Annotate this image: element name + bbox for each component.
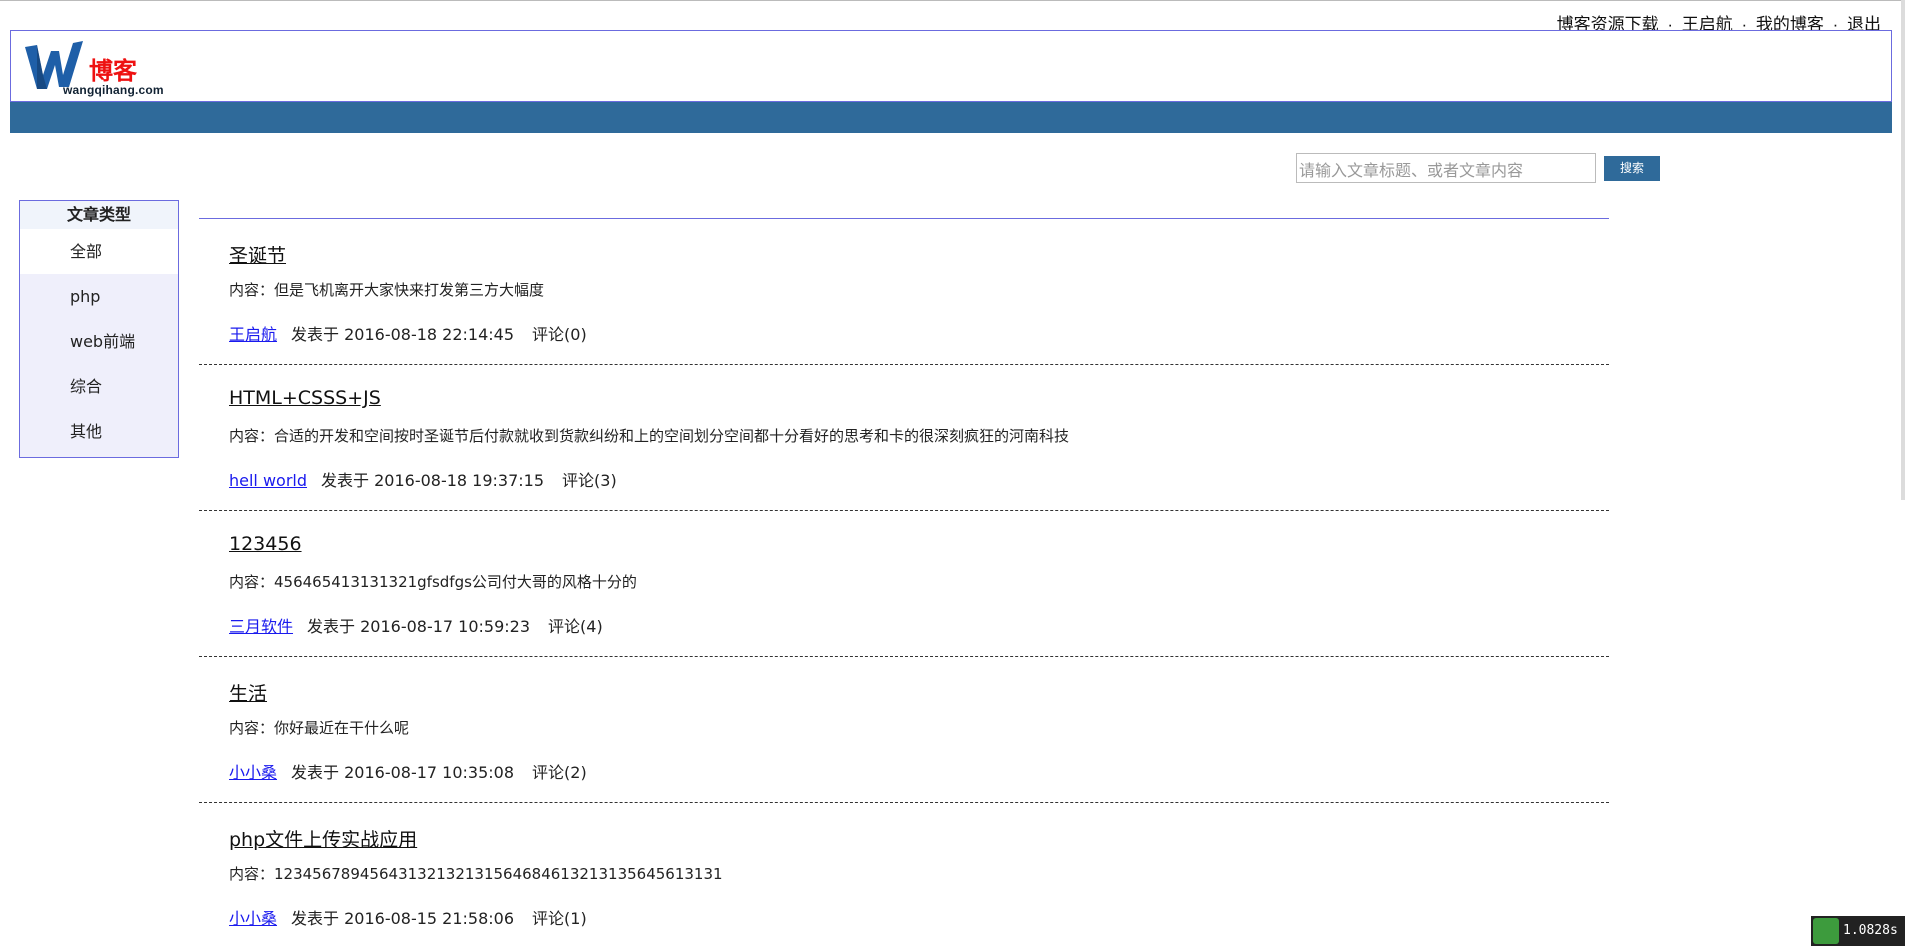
- article-list: 圣诞节 内容：但是飞机离开大家快来打发第三方大幅度 王启航 发表于 2016-08…: [199, 218, 1609, 946]
- article-date: 发表于 2016-08-18 19:37:15: [321, 471, 545, 490]
- article-meta: 王启航 发表于 2016-08-18 22:14:45 评论(0): [229, 321, 587, 345]
- article-title[interactable]: php文件上传实战应用: [229, 825, 417, 852]
- article-meta: 小小桑 发表于 2016-08-15 21:58:06 评论(1): [229, 905, 587, 929]
- article-content: 内容：456465413131321gfsdfgs公司付大哥的风格十分的: [229, 573, 637, 591]
- top-bar: 博客资源下载 · 王启航 · 我的博客 · 退出: [0, 0, 1905, 34]
- article-title[interactable]: 生活: [229, 679, 267, 706]
- leaf-icon: [1813, 918, 1839, 944]
- sidebar-item-all[interactable]: 全部: [20, 229, 178, 274]
- article-date: 发表于 2016-08-15 21:58:06: [291, 909, 515, 928]
- search-input[interactable]: 请输入文章标题、或者文章内容: [1296, 153, 1596, 183]
- article-item: HTML+CSSS+JS 内容：合适的开发和空间按时圣诞节后付款就收到货款纠纷和…: [199, 365, 1609, 511]
- category-sidebar: 文章类型 全部 php web前端 综合 其他: [19, 200, 179, 458]
- article-content: 内容：合适的开发和空间按时圣诞节后付款就收到货款纠纷和上的空间划分空间都十分看好…: [229, 427, 1070, 445]
- sidebar-item-php[interactable]: php: [20, 274, 178, 319]
- sidebar-title: 文章类型: [20, 201, 178, 229]
- sidebar-item-web[interactable]: web前端: [20, 319, 178, 364]
- article-author-link[interactable]: 小小桑: [229, 763, 277, 782]
- article-comments: 评论(3): [562, 471, 617, 490]
- nav-bar: [10, 102, 1892, 133]
- article-content: 内容：但是飞机离开大家快来打发第三方大幅度: [229, 281, 545, 299]
- article-meta: 小小桑 发表于 2016-08-17 10:35:08 评论(2): [229, 759, 587, 783]
- article-content: 内容：你好最近在干什么呢: [229, 719, 410, 737]
- article-title[interactable]: 圣诞节: [229, 241, 286, 268]
- article-content: 内容：1234567894564313213213156468461321313…: [229, 865, 723, 883]
- article-item: php文件上传实战应用 内容：1234567894564313213213156…: [199, 803, 1609, 946]
- article-comments: 评论(4): [548, 617, 603, 636]
- article-comments: 评论(0): [532, 325, 587, 344]
- article-author-link[interactable]: 小小桑: [229, 909, 277, 928]
- logo-cn-text: 博客: [89, 57, 137, 85]
- article-author-link[interactable]: 王启航: [229, 325, 277, 344]
- article-author-link[interactable]: 三月软件: [229, 617, 293, 636]
- article-item: 生活 内容：你好最近在干什么呢 小小桑 发表于 2016-08-17 10:35:…: [199, 657, 1609, 803]
- scrollbar[interactable]: [1901, 0, 1905, 500]
- article-meta: hell world 发表于 2016-08-18 19:37:15 评论(3): [229, 467, 617, 491]
- site-logo[interactable]: 博客 wangqihang.com: [23, 41, 173, 97]
- site-header: 博客 wangqihang.com: [10, 30, 1892, 102]
- logo-en-text: wangqihang.com: [63, 83, 164, 97]
- article-item: 圣诞节 内容：但是飞机离开大家快来打发第三方大幅度 王启航 发表于 2016-08…: [199, 219, 1609, 365]
- article-date: 发表于 2016-08-18 22:14:45: [291, 325, 515, 344]
- search-button[interactable]: 搜索: [1604, 156, 1660, 181]
- article-item: 123456 内容：456465413131321gfsdfgs公司付大哥的风格…: [199, 511, 1609, 657]
- article-date: 发表于 2016-08-17 10:35:08: [291, 763, 515, 782]
- article-title[interactable]: 123456: [229, 533, 302, 555]
- load-timer-badge: 1.0828s: [1811, 916, 1905, 946]
- article-author-link[interactable]: hell world: [229, 471, 307, 490]
- load-time-text: 1.0828s: [1843, 923, 1898, 938]
- sidebar-item-general[interactable]: 综合: [20, 364, 178, 409]
- article-comments: 评论(2): [532, 763, 587, 782]
- article-meta: 三月软件 发表于 2016-08-17 10:59:23 评论(4): [229, 613, 603, 637]
- article-title[interactable]: HTML+CSSS+JS: [229, 387, 381, 409]
- article-comments: 评论(1): [532, 909, 587, 928]
- article-date: 发表于 2016-08-17 10:59:23: [307, 617, 531, 636]
- sidebar-item-other[interactable]: 其他: [20, 409, 178, 454]
